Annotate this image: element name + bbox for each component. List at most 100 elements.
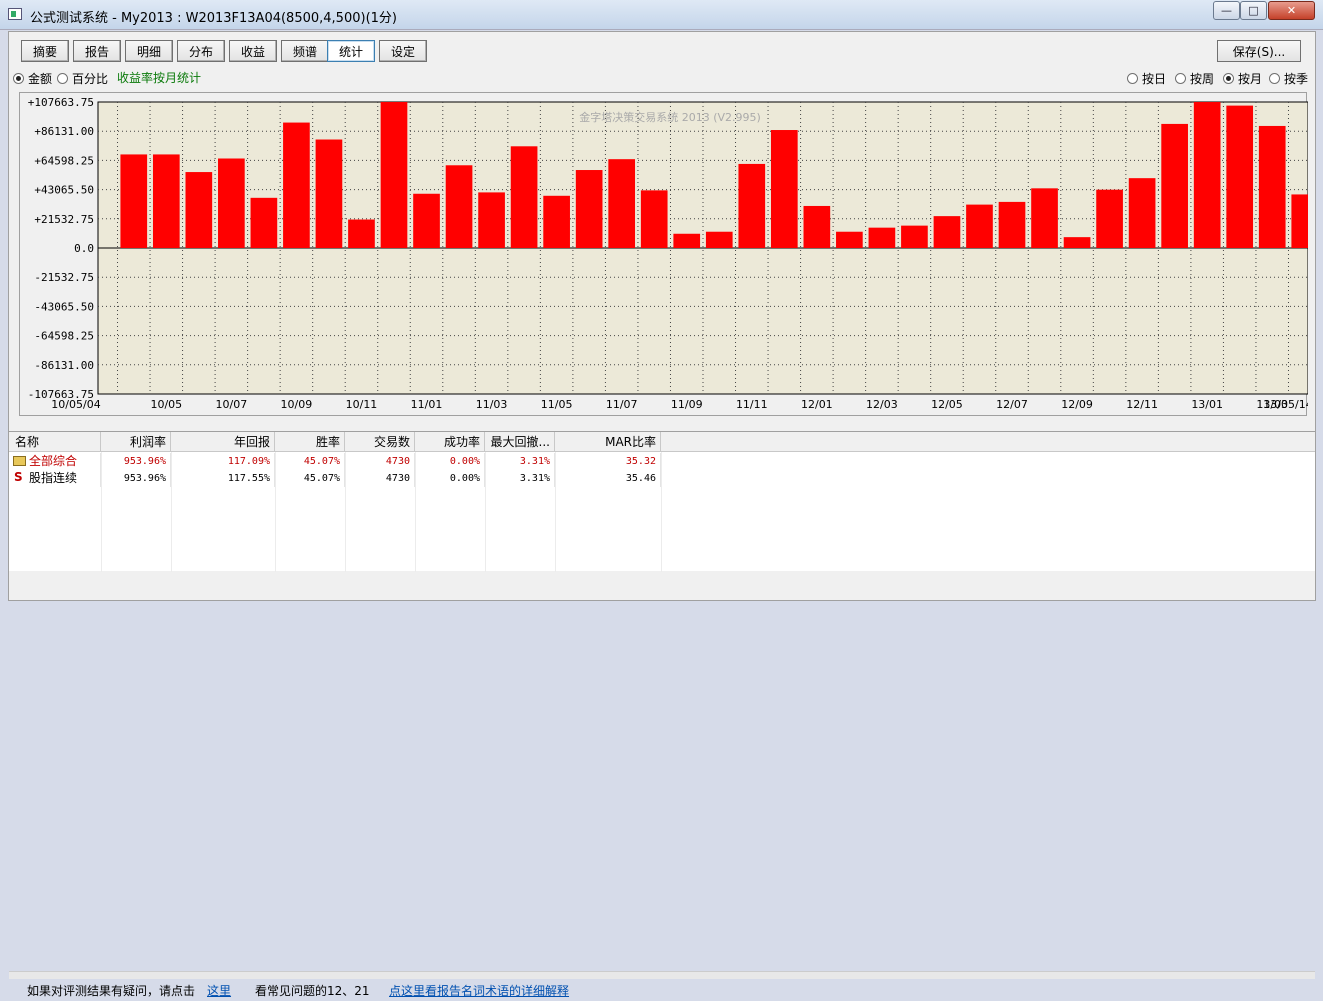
- bar-12/02: [803, 205, 831, 248]
- bar-12/03: [836, 231, 863, 248]
- bar-11/10: [673, 233, 701, 248]
- y-tick-label: -64598.25: [34, 330, 94, 343]
- column-header-3[interactable]: 胜率: [275, 432, 345, 452]
- mode-radio-0[interactable]: 金额: [13, 70, 52, 87]
- period-radio-1[interactable]: 按周: [1175, 70, 1214, 87]
- horizontal-scrollbar[interactable]: [9, 971, 1315, 979]
- table-cell: 全部综合: [9, 453, 101, 470]
- column-header-1[interactable]: 利润率: [101, 432, 171, 452]
- x-tick-label: 13/01: [1191, 398, 1223, 411]
- bar-13/04: [1258, 125, 1286, 248]
- tab-5[interactable]: 频谱: [281, 40, 329, 62]
- tab-7[interactable]: 设定: [379, 40, 427, 62]
- tab-2[interactable]: 明细: [125, 40, 173, 62]
- table-row[interactable]: 全部综合 953.96% 117.09% 45.07% 4730 0.00% 3.31% 35…: [9, 453, 1315, 470]
- y-tick-label: -86131.00: [34, 359, 94, 372]
- table-cell: 953.96%: [101, 470, 171, 487]
- footer-text-2: 看常见问题的12、21: [255, 984, 370, 998]
- bar-12/01: [770, 130, 798, 248]
- table-cell: 4730: [345, 470, 415, 487]
- bar-10/07: [185, 172, 213, 248]
- x-tick-label: 10/11: [346, 398, 378, 411]
- minimize-button[interactable]: —: [1213, 1, 1240, 20]
- y-tick-label: +43065.50: [34, 184, 94, 197]
- bar-13/05: [1291, 194, 1308, 248]
- x-tick-label: 10/05/04: [51, 398, 100, 411]
- bar-13/02: [1193, 102, 1221, 249]
- main-panel: 摘要 报告 明细 分布 收益 频谱 统计 设定 保存(S)... 金额 百分比 收益率按月统计 …: [8, 31, 1316, 998]
- tab-0[interactable]: 摘要: [21, 40, 69, 62]
- bar-10/08: [218, 158, 245, 248]
- tab-1[interactable]: 报告: [73, 40, 121, 62]
- footer: 如果对评测结果有疑问，请点击 这里 看常见问题的12、21 点这里看报告名词术语…: [9, 979, 1315, 1001]
- bar-10/11: [315, 139, 343, 248]
- period-radio-2[interactable]: 按月: [1223, 70, 1262, 87]
- table-cell: 35.32: [555, 453, 661, 470]
- results-grid: 名称 利润率 年回报 胜率 交易数 成功率 最大回撤... MAR比率 全部综合 953.96%…: [9, 431, 1315, 998]
- tab-3[interactable]: 分布: [177, 40, 225, 62]
- bar-12/05: [901, 225, 928, 248]
- bar-12/11: [1096, 189, 1123, 248]
- tab-4[interactable]: 收益: [229, 40, 277, 62]
- column-header-2[interactable]: 年回报: [171, 432, 275, 452]
- close-button[interactable]: ✕: [1268, 1, 1315, 20]
- x-tick-label: 12/09: [1061, 398, 1093, 411]
- bar-11/03: [445, 165, 473, 248]
- radio-label: 金额: [28, 72, 53, 86]
- bar-11/05: [510, 146, 538, 248]
- bar-13/01: [1161, 123, 1188, 248]
- footer-text-1: 如果对评测结果有疑问，请点击: [27, 984, 196, 998]
- radio-label: 按季: [1284, 72, 1309, 86]
- x-tick-label: 12/11: [1126, 398, 1158, 411]
- bar-11/12: [738, 163, 766, 248]
- x-tick-label: 11/03: [476, 398, 508, 411]
- maximize-button[interactable]: □: [1240, 1, 1267, 20]
- bar-11/11: [705, 231, 733, 248]
- grid-header: 名称 利润率 年回报 胜率 交易数 成功率 最大回撤... MAR比率: [9, 432, 1315, 452]
- bar-12/10: [1063, 237, 1091, 248]
- radio-dot[interactable]: [57, 73, 68, 84]
- bar-11/07: [575, 170, 603, 248]
- chart-watermark: 金字塔决策交易系统 2013 (V2.995): [579, 110, 761, 124]
- radio-dot[interactable]: [1269, 73, 1280, 84]
- column-header-6[interactable]: 最大回撤...: [485, 432, 555, 452]
- bar-12/06: [933, 216, 961, 248]
- table-cell: 4730: [345, 453, 415, 470]
- table-cell: 0.00%: [415, 453, 485, 470]
- y-tick-label: +64598.25: [34, 154, 94, 167]
- faq-link[interactable]: 这里: [207, 982, 231, 999]
- chart-svg: 金字塔决策交易系统 2013 (V2.995) +107663.75 +86131.…: [28, 96, 1308, 411]
- glossary-link[interactable]: 点这里看报告名词术语的详细解释: [389, 982, 569, 999]
- y-tick-label: -21532.75: [34, 271, 94, 284]
- table-cell: 0.00%: [415, 470, 485, 487]
- x-tick-label: 11/05: [541, 398, 573, 411]
- table-cell: 953.96%: [101, 453, 171, 470]
- period-radio-3[interactable]: 按季: [1269, 70, 1308, 87]
- radio-label: 百分比: [72, 72, 109, 86]
- bar-11/02: [413, 193, 440, 248]
- x-tick-label: 10/07: [216, 398, 248, 411]
- bar-11/01: [380, 102, 408, 249]
- bar-10/10: [283, 122, 310, 248]
- table-row[interactable]: S 股指连续 953.96% 117.55% 45.07% 4730 0.00% 3.31% 3…: [9, 470, 1315, 487]
- save-button[interactable]: 保存(S)...: [1217, 40, 1301, 62]
- radio-dot[interactable]: [13, 73, 24, 84]
- tab-6[interactable]: 统计: [327, 40, 375, 62]
- column-header-5[interactable]: 成功率: [415, 432, 485, 452]
- radio-label: 按月: [1238, 72, 1263, 86]
- table-cell: 117.55%: [171, 470, 275, 487]
- window-title: 公式测试系统 - My2013 : W2013F13A04(8500,4,500…: [30, 11, 397, 26]
- period-radio-0[interactable]: 按日: [1127, 70, 1166, 87]
- mode-radio-1[interactable]: 百分比: [57, 70, 108, 87]
- table-cell: 45.07%: [275, 470, 345, 487]
- column-header-7[interactable]: MAR比率: [555, 432, 661, 452]
- radio-dot[interactable]: [1223, 73, 1234, 84]
- table-cell: 3.31%: [485, 470, 555, 487]
- bar-12/09: [1031, 188, 1058, 248]
- monthly-return-chart: 金字塔决策交易系统 2013 (V2.995) +107663.75 +86131.…: [19, 92, 1308, 416]
- radio-dot[interactable]: [1175, 73, 1186, 84]
- radio-dot[interactable]: [1127, 73, 1138, 84]
- column-header-0[interactable]: 名称: [9, 432, 101, 452]
- table-cell: 股指连续: [9, 470, 101, 487]
- column-header-4[interactable]: 交易数: [345, 432, 415, 452]
